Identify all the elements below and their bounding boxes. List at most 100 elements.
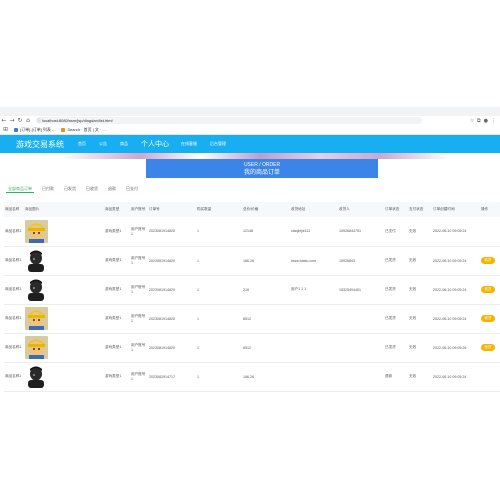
forward-icon[interactable]: → <box>8 117 16 125</box>
order-number-cell: 2023081914820 <box>149 316 175 321</box>
action-cell: 收货 <box>480 304 500 333</box>
table-row[interactable]: 商品名称1 游戏类型1 用户账号1 2023081914820 1 216 用户1 1 1 1… <box>4 275 500 304</box>
confirm-receipt-button[interactable]: 收货 <box>481 315 495 322</box>
column-header: 商品图片 <box>25 207 40 211</box>
product-thumbnail[interactable] <box>25 336 48 359</box>
product-image-cell <box>24 362 104 391</box>
address-cell: www.baidu.com <box>291 258 317 263</box>
product-name-cell: 商品名称1 <box>5 258 22 262</box>
page-title-en: USER / ORDER <box>243 162 281 168</box>
back-icon[interactable]: ← <box>0 117 8 125</box>
tab-shipped[interactable]: 已发货 <box>62 185 78 193</box>
product-type-cell: 游戏类型1 <box>105 316 122 320</box>
created-time-cell: 2022-06-10 09:05:24 <box>433 374 467 379</box>
table-row[interactable]: 商品名称1 游戏类型1 用户账号1 2023081914820 1 186.26 www.b… <box>4 246 500 275</box>
receiver-cell: 15325404451 <box>339 287 361 292</box>
product-name-cell: 商品名称1 <box>5 287 22 291</box>
nav-customer-service[interactable]: 在线客服 <box>181 141 197 147</box>
payment-status-cell: 无效 <box>409 316 417 320</box>
product-thumbnail[interactable] <box>25 278 48 301</box>
address-cell <box>290 333 338 362</box>
home-icon[interactable]: ⌂ <box>24 117 32 125</box>
tab-all-orders[interactable]: 全部商品订单 <box>6 185 34 193</box>
tab-payment-done[interactable]: 已支付 <box>124 185 140 193</box>
product-name-cell: 商品名称1 <box>5 374 22 378</box>
address-cell <box>290 304 338 333</box>
user-account-cell: 用户账号1 <box>131 372 146 381</box>
column-header: 商品名称 <box>5 207 20 211</box>
browser-address-bar: ← → ↻ ⌂ ⓘ localhost:8080/ssm/jsp/dingdan… <box>0 116 500 125</box>
url-field[interactable]: ⓘ localhost:8080/ssm/jsp/dingdan/list.ht… <box>36 117 422 124</box>
menu-icon[interactable]: ⋮ <box>491 118 496 124</box>
table-row[interactable]: 商品名称1 游戏类型1 用户账号1 2023081914820 1 8512 已发货 无效 20… <box>4 333 500 362</box>
receiver-cell: 15926844751 <box>339 229 361 234</box>
product-image-cell <box>24 275 104 304</box>
action-cell: 收货 <box>480 275 500 304</box>
product-thumbnail[interactable] <box>25 307 48 330</box>
main-nav: 首页 公告 商品 个人中心 在线客服 后台管理 <box>78 139 239 149</box>
table-row[interactable]: 商品名称1 游戏类型1 用户账号1 2023081914820 1 12148 xiaoji… <box>4 217 500 246</box>
price-cell: 8512 <box>243 316 251 321</box>
table-row[interactable]: 商品名称1 游戏类型1 用户账号1 2023082914717 1 186.26 退款 无效 2… <box>4 362 500 391</box>
site-brand[interactable]: 游戏交易系统 <box>16 139 64 150</box>
created-time-cell: 2022-06-10 09:05:24 <box>433 316 467 321</box>
confirm-receipt-button[interactable]: 收货 <box>481 257 495 264</box>
quantity-cell: 1 <box>197 258 199 263</box>
table-row[interactable]: 商品名称1 游戏类型1 用户账号1 2023081914820 1 8512 已发货 无效 20… <box>4 304 500 333</box>
bookmark-star-icon[interactable]: ☆ <box>470 118 474 124</box>
user-account-cell: 用户账号1 <box>131 314 146 323</box>
column-header: 总价/价格 <box>243 207 259 211</box>
created-time-cell: 2022-06-10 09:05:26 <box>433 345 467 350</box>
order-number-cell: 2023081914820 <box>149 345 175 350</box>
address-cell <box>290 362 338 391</box>
product-name-cell: 商品名称1 <box>5 228 22 233</box>
nav-user-center[interactable]: 个人中心 <box>141 139 169 149</box>
column-header: 收货地址 <box>291 207 306 211</box>
product-type-cell: 游戏类型1 <box>105 374 122 378</box>
bookmark-item[interactable]: Search · 首页 | 文 · ... <box>61 127 106 133</box>
product-image-cell <box>24 304 104 333</box>
column-header: 收货人 <box>339 207 350 211</box>
bookmark-label: [订单]-[订单] 列表 ... <box>20 126 56 132</box>
confirm-receipt-button[interactable]: 收货 <box>481 344 495 351</box>
user-account-cell: 用户账号1 <box>131 285 146 294</box>
payment-status-cell: 无效 <box>409 258 417 262</box>
price-cell: 186.26 <box>243 374 254 379</box>
nav-admin[interactable]: 后台管理 <box>210 141 226 147</box>
quantity-cell: 1 <box>197 374 199 379</box>
app-header: 游戏交易系统 首页 公告 商品 个人中心 在线客服 后台管理 <box>0 135 500 153</box>
tab-refund[interactable]: 退款 <box>106 185 118 193</box>
product-name-cell: 商品名称1 <box>5 345 22 349</box>
receiver-cell <box>338 333 384 362</box>
nav-home[interactable]: 首页 <box>78 141 86 147</box>
bookmark-favicon-icon <box>14 127 19 132</box>
column-header: 购买数量 <box>197 207 212 211</box>
quantity-cell: 1 <box>197 345 199 350</box>
created-time-cell: 2022-06-10 09:05:24 <box>433 258 467 263</box>
price-cell: 8512 <box>243 345 251 350</box>
user-account-cell: 用户账号1 <box>131 343 146 352</box>
product-thumbnail[interactable] <box>25 219 48 243</box>
product-image-cell <box>24 246 104 275</box>
column-header: 支付状态 <box>409 207 424 211</box>
bookmark-favicon-icon <box>61 127 66 132</box>
quantity-cell: 1 <box>197 229 199 234</box>
info-icon[interactable]: ⓘ <box>37 117 41 124</box>
product-thumbnail[interactable] <box>25 249 48 272</box>
column-header: 订单创建时间 <box>433 207 455 211</box>
profile-icon[interactable]: ● <box>484 118 488 124</box>
page-title: 我的商品订单 <box>243 170 280 176</box>
product-name-cell: 商品名称1 <box>5 316 22 320</box>
url-text: localhost:8080/ssm/jsp/dingdan/list.html <box>42 118 113 123</box>
apps-grid-icon[interactable]: ⊞ <box>3 126 8 133</box>
confirm-receipt-button[interactable]: 收货 <box>481 286 495 293</box>
bookmark-item[interactable]: [订单]-[订单] 列表 ... <box>14 127 55 133</box>
product-type-cell: 游戏类型1 <box>105 228 122 233</box>
tab-paid[interactable]: 已付款 <box>40 185 56 193</box>
product-thumbnail[interactable] <box>25 365 48 388</box>
nav-products[interactable]: 商品 <box>120 141 128 147</box>
extensions-icon[interactable]: ⧉ <box>477 118 481 124</box>
tab-received[interactable]: 已收货 <box>84 185 100 193</box>
nav-announcement[interactable]: 公告 <box>99 141 107 147</box>
reload-icon[interactable]: ↻ <box>16 117 24 125</box>
